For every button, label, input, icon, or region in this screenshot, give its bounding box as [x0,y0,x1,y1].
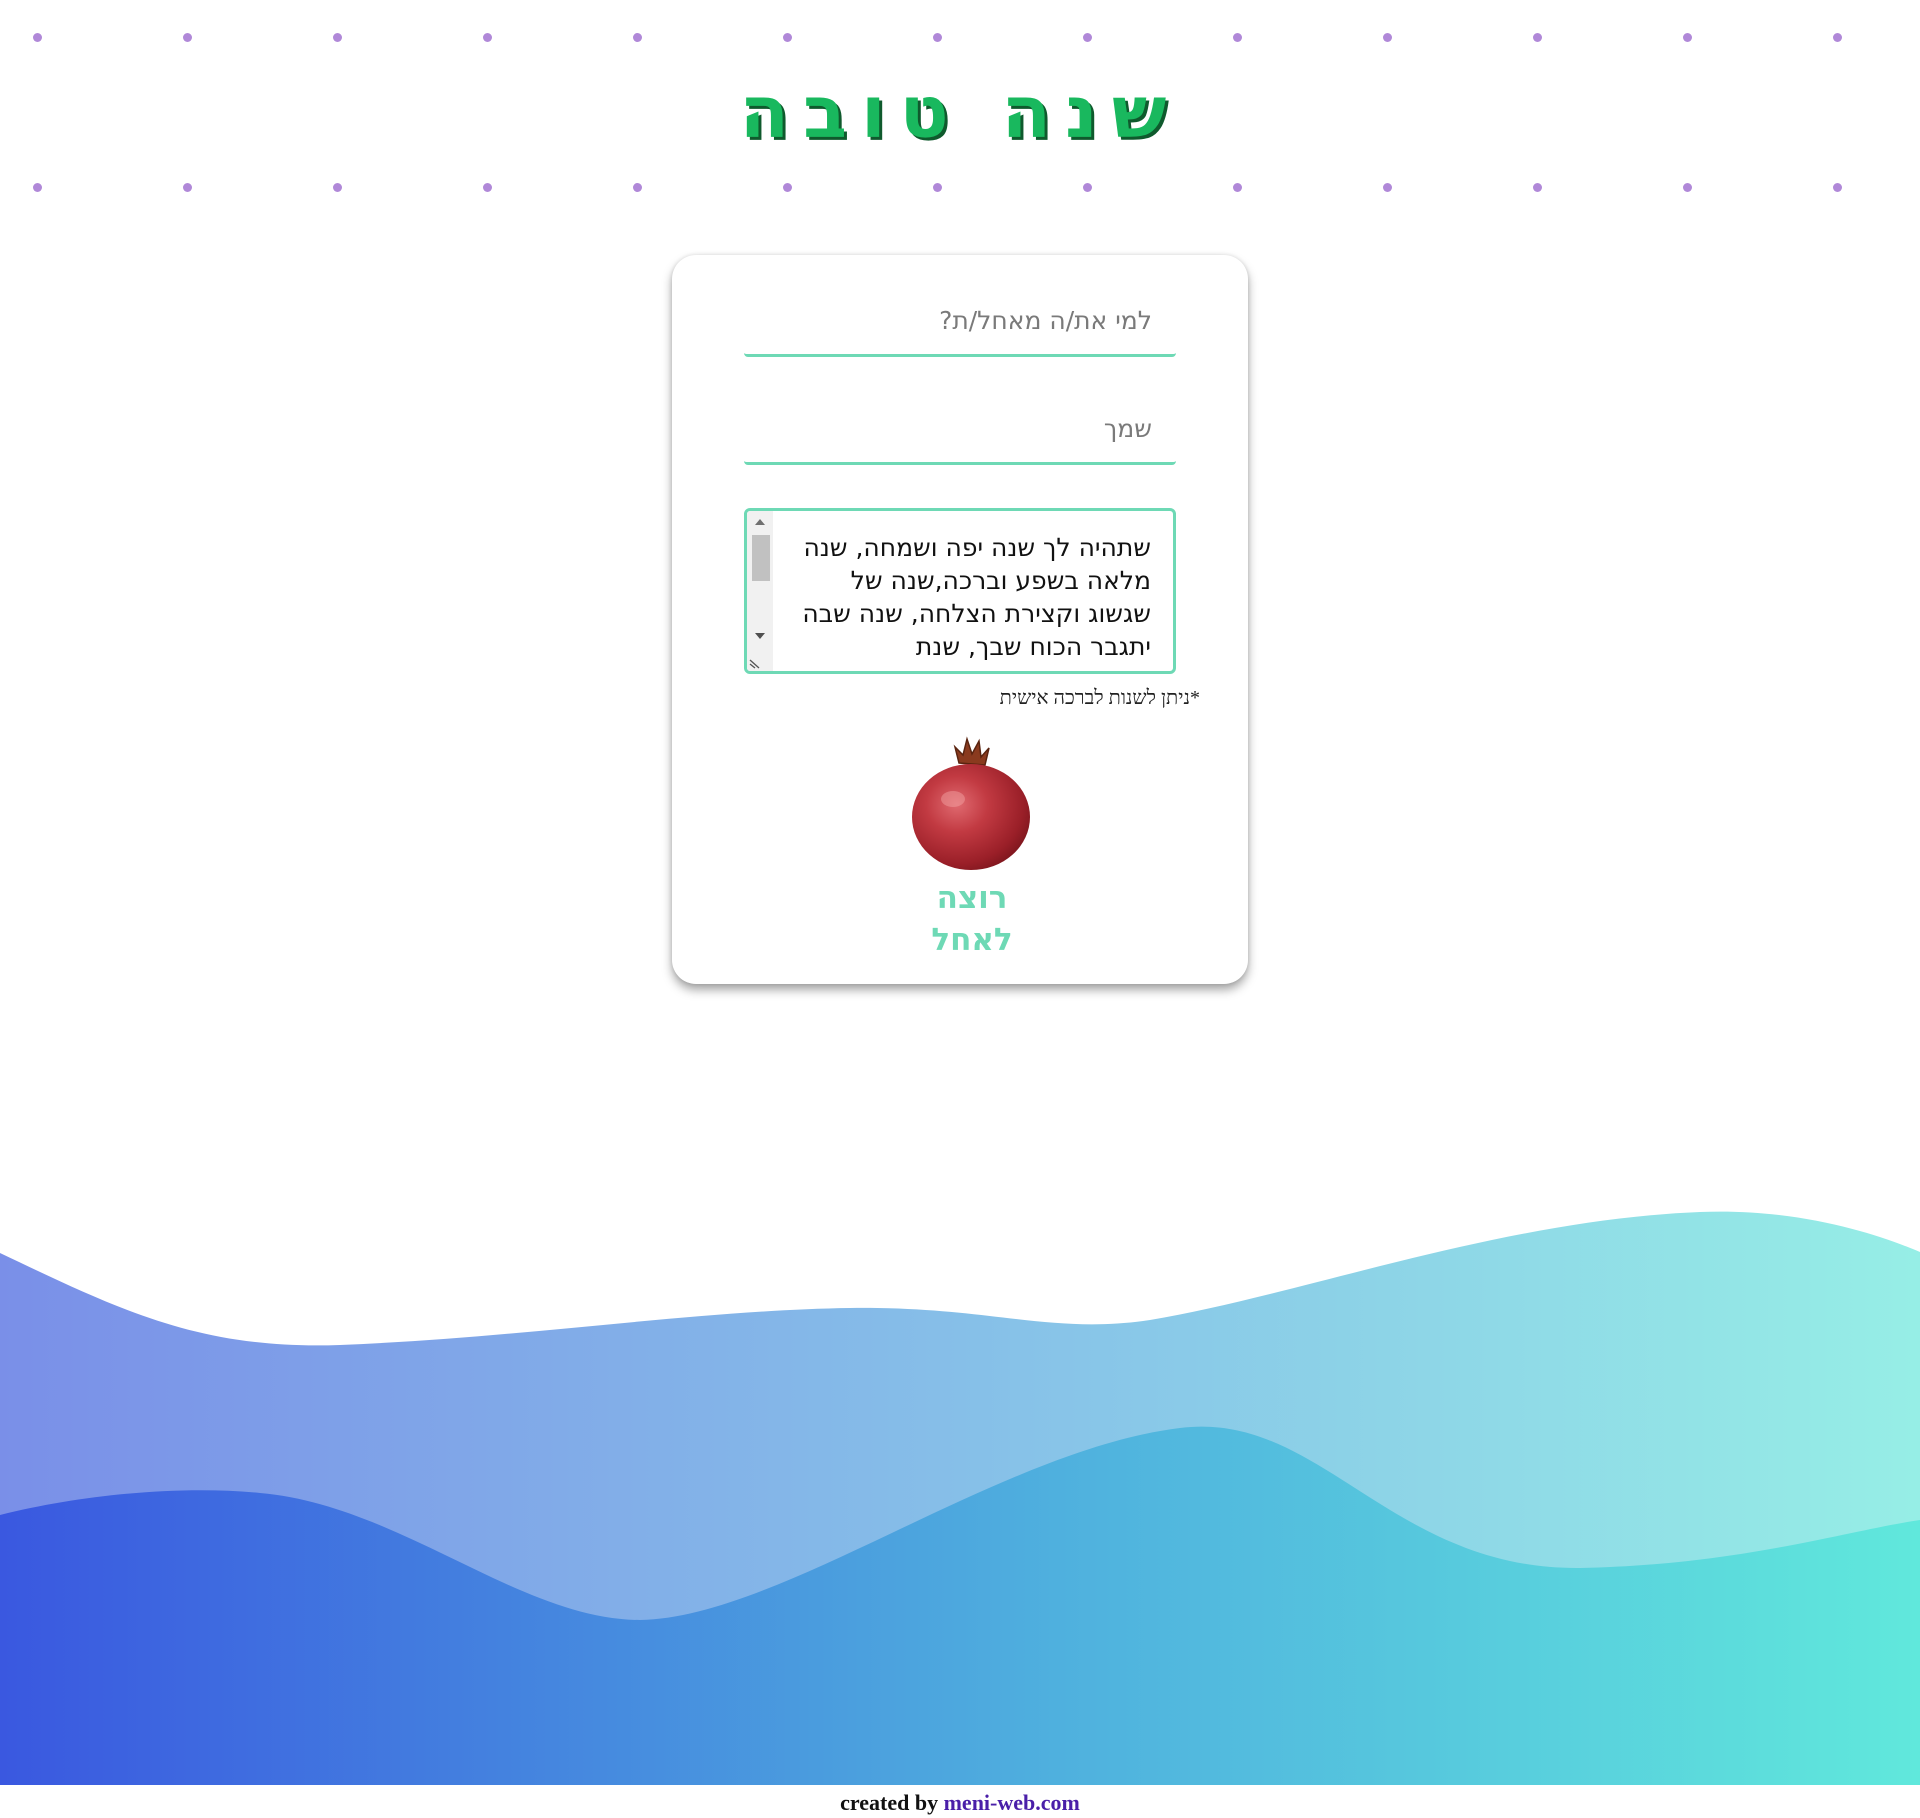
decorative-dot [1233,183,1242,192]
greeting-message-text: שתהיה לך שנה יפה ושמחה, שנה מלאה בשפע וב… [802,533,1151,661]
decorative-dot [1383,33,1392,42]
decorative-dot [1833,33,1842,42]
footer-site-link[interactable]: meni-web.com [944,1790,1080,1815]
decorative-dot [1833,183,1842,192]
sender-name-input[interactable] [744,395,1176,465]
decorative-dot [1083,183,1092,192]
decorative-dot [333,183,342,192]
scroll-thumb[interactable] [752,535,770,581]
edit-message-note: *ניתן לשנות לברכה אישית [999,687,1200,709]
decorative-dot [783,33,792,42]
greeting-message-textarea[interactable]: שתהיה לך שנה יפה ושמחה, שנה מלאה בשפע וב… [744,508,1176,674]
message-scrollbar[interactable] [747,511,773,671]
decorative-dot [483,183,492,192]
decorative-dot [33,183,42,192]
send-greeting-button[interactable]: רוצה לאחל [900,877,1044,961]
decorative-dot [1233,33,1242,42]
scroll-down-arrow-icon[interactable] [755,633,765,639]
decorative-dot [1383,183,1392,192]
decorative-dot [333,33,342,42]
decorative-dot [933,183,942,192]
footer-credit: created by meni-web.com [0,1790,1920,1816]
decorative-dot [783,183,792,192]
decorative-dot [1683,183,1692,192]
decorative-waves [0,1211,1920,1785]
resize-grip-icon[interactable] [749,657,761,669]
decorative-dot [1533,183,1542,192]
decorative-dot [1683,33,1692,42]
decorative-dot [33,33,42,42]
decorative-dot [183,183,192,192]
decorative-dot [633,183,642,192]
decorative-dot-row-bottom [0,183,1920,193]
scroll-up-arrow-icon[interactable] [755,519,765,525]
page-title: שנה טובה [739,70,1181,154]
footer-prefix: created by [840,1790,939,1815]
decorative-dot [1533,33,1542,42]
recipient-name-input[interactable] [744,287,1176,357]
decorative-dot [1083,33,1092,42]
decorative-dot [483,33,492,42]
pomegranate-icon [912,736,1030,870]
decorative-dot [633,33,642,42]
decorative-dot [183,33,192,42]
decorative-dot [933,33,942,42]
decorative-dot-row-top [0,33,1920,43]
greeting-form-card: שתהיה לך שנה יפה ושמחה, שנה מלאה בשפע וב… [672,255,1248,984]
